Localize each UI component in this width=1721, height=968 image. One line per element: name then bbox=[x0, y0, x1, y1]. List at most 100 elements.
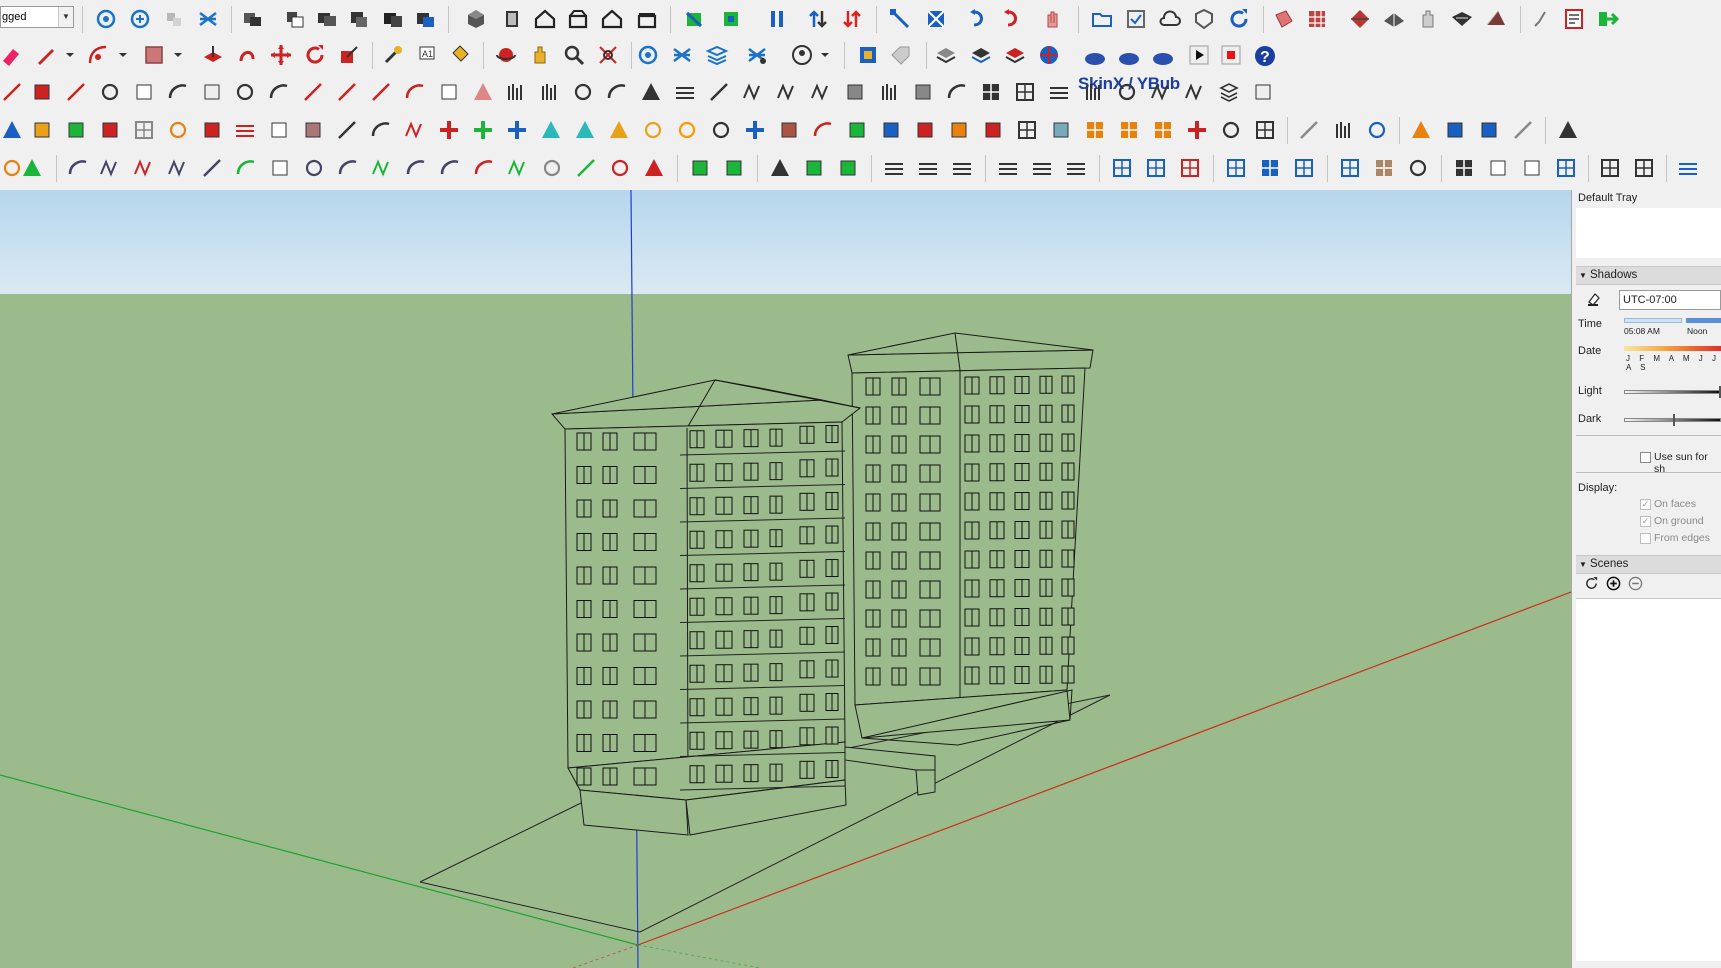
knot-icon[interactable] bbox=[1115, 80, 1139, 104]
arc-tool-icon[interactable] bbox=[86, 43, 110, 67]
bucket-red-icon[interactable] bbox=[30, 80, 54, 104]
louver-icon[interactable] bbox=[1047, 80, 1071, 104]
glove-icon[interactable] bbox=[1416, 7, 1440, 31]
scenes-list[interactable] bbox=[1576, 598, 1721, 961]
puzzle-icon[interactable] bbox=[845, 118, 869, 142]
redo-icon[interactable] bbox=[1000, 7, 1024, 31]
red-dot-icon[interactable] bbox=[981, 118, 1005, 142]
trowel-icon[interactable] bbox=[1365, 118, 1389, 142]
brick-icon[interactable] bbox=[1015, 118, 1039, 142]
group-icon[interactable] bbox=[241, 7, 265, 31]
mesh-blue-icon[interactable] bbox=[1338, 156, 1362, 180]
fence-icon[interactable] bbox=[1081, 80, 1105, 104]
square-outline-icon[interactable] bbox=[268, 156, 292, 180]
roof-icon[interactable] bbox=[1382, 7, 1406, 31]
window-grid-icon[interactable] bbox=[1013, 80, 1037, 104]
handle-icon[interactable] bbox=[945, 80, 969, 104]
report-icon[interactable] bbox=[1562, 7, 1586, 31]
building-right[interactable] bbox=[847, 332, 1094, 746]
frame-icon[interactable] bbox=[437, 80, 461, 104]
tag-icon[interactable] bbox=[889, 43, 913, 67]
magnet-icon[interactable] bbox=[811, 118, 835, 142]
table-2-icon[interactable] bbox=[1632, 156, 1656, 180]
align-2-icon[interactable] bbox=[916, 156, 940, 180]
offset-icon[interactable] bbox=[0, 80, 24, 104]
refresh-icon[interactable] bbox=[1227, 7, 1251, 31]
slope-icon[interactable] bbox=[707, 80, 731, 104]
sweep-icon[interactable] bbox=[1511, 118, 1535, 142]
checklist-icon[interactable] bbox=[1124, 7, 1148, 31]
chevron-down-icon[interactable] bbox=[111, 43, 135, 67]
iso-view-icon[interactable] bbox=[464, 7, 488, 31]
update-scene-icon[interactable] bbox=[1584, 576, 1599, 591]
cloud-upload-icon[interactable] bbox=[1158, 7, 1182, 31]
eraser-icon[interactable] bbox=[0, 43, 24, 67]
gear-outline-icon[interactable] bbox=[98, 80, 122, 104]
layers-copy-icon[interactable] bbox=[347, 7, 371, 31]
columns-icon[interactable] bbox=[503, 80, 527, 104]
stairs-icon[interactable] bbox=[877, 80, 901, 104]
layers-icon[interactable] bbox=[705, 43, 729, 67]
add-scene-icon[interactable] bbox=[1606, 576, 1621, 591]
terrain-2-icon[interactable] bbox=[722, 156, 746, 180]
help-icon[interactable]: ? bbox=[1253, 43, 1277, 67]
plus-red-icon[interactable] bbox=[437, 118, 461, 142]
hand-box-icon[interactable] bbox=[947, 118, 971, 142]
red-ring-icon[interactable] bbox=[608, 156, 632, 180]
curve-icon[interactable] bbox=[166, 80, 190, 104]
flask-icon[interactable] bbox=[573, 118, 597, 142]
copy-icon[interactable] bbox=[381, 7, 405, 31]
pan-icon[interactable] bbox=[528, 43, 552, 67]
box-3d-icon[interactable] bbox=[200, 80, 224, 104]
truss-icon[interactable] bbox=[775, 80, 799, 104]
rotate-orange-icon[interactable] bbox=[166, 118, 190, 142]
terrain-icon[interactable] bbox=[688, 156, 712, 180]
green-box-2-icon[interactable] bbox=[836, 156, 860, 180]
red-arc-icon[interactable] bbox=[472, 156, 496, 180]
export-icon[interactable] bbox=[1596, 7, 1620, 31]
link-icon[interactable] bbox=[335, 118, 359, 142]
dotted-path-icon[interactable] bbox=[403, 118, 427, 142]
scenes-panel-header[interactable]: ▼ Scenes bbox=[1576, 555, 1721, 574]
roof-flat-icon[interactable] bbox=[1450, 7, 1474, 31]
bin-icon[interactable] bbox=[777, 118, 801, 142]
date-slider[interactable] bbox=[1624, 346, 1721, 351]
select-icon[interactable] bbox=[768, 156, 792, 180]
timezone-select[interactable]: UTC-07:00 bbox=[1619, 290, 1721, 310]
yellow-slab-icon[interactable] bbox=[30, 118, 54, 142]
left-view-icon[interactable] bbox=[635, 7, 659, 31]
bubble-icon-2[interactable] bbox=[1117, 43, 1141, 67]
fold-icon[interactable] bbox=[639, 80, 663, 104]
lasso-icon[interactable] bbox=[641, 118, 665, 142]
use-sun-checkbox[interactable] bbox=[1640, 452, 1651, 463]
stop-icon[interactable] bbox=[1219, 43, 1243, 67]
wrench-icon[interactable] bbox=[574, 156, 598, 180]
stack-icon[interactable] bbox=[315, 7, 339, 31]
open-folder-icon[interactable] bbox=[1090, 7, 1114, 31]
corner-icon[interactable] bbox=[301, 80, 325, 104]
move-down-icon[interactable] bbox=[840, 7, 864, 31]
collapse-triangle-icon[interactable]: ▼ bbox=[1576, 556, 1590, 573]
extend-icon[interactable] bbox=[369, 80, 393, 104]
head-icon[interactable] bbox=[1406, 156, 1430, 180]
on-faces-checkbox[interactable]: ✓ bbox=[1640, 499, 1651, 510]
table-icon[interactable] bbox=[1598, 156, 1622, 180]
sandbox-drape-icon[interactable] bbox=[1003, 43, 1027, 67]
components-icon[interactable] bbox=[162, 7, 186, 31]
outliner-icon[interactable] bbox=[283, 7, 307, 31]
model-viewport[interactable] bbox=[0, 190, 1572, 968]
share-model-icon[interactable] bbox=[128, 7, 152, 31]
mesh-brown-icon[interactable] bbox=[1372, 156, 1396, 180]
follow-me-icon[interactable] bbox=[235, 43, 259, 67]
sandbox-icon[interactable] bbox=[934, 43, 958, 67]
brown-box-icon[interactable] bbox=[301, 118, 325, 142]
xray-icon[interactable] bbox=[682, 7, 706, 31]
red-box-icon[interactable] bbox=[200, 118, 224, 142]
pen-tool-icon[interactable] bbox=[1530, 7, 1554, 31]
green-arc-icon[interactable] bbox=[234, 156, 258, 180]
paint-roll-icon[interactable] bbox=[1272, 7, 1296, 31]
globe-icon[interactable] bbox=[1037, 43, 1061, 67]
paste-outline-icon[interactable] bbox=[1520, 156, 1544, 180]
warehouse-icon[interactable] bbox=[636, 43, 660, 67]
rafter-icon[interactable] bbox=[741, 80, 765, 104]
